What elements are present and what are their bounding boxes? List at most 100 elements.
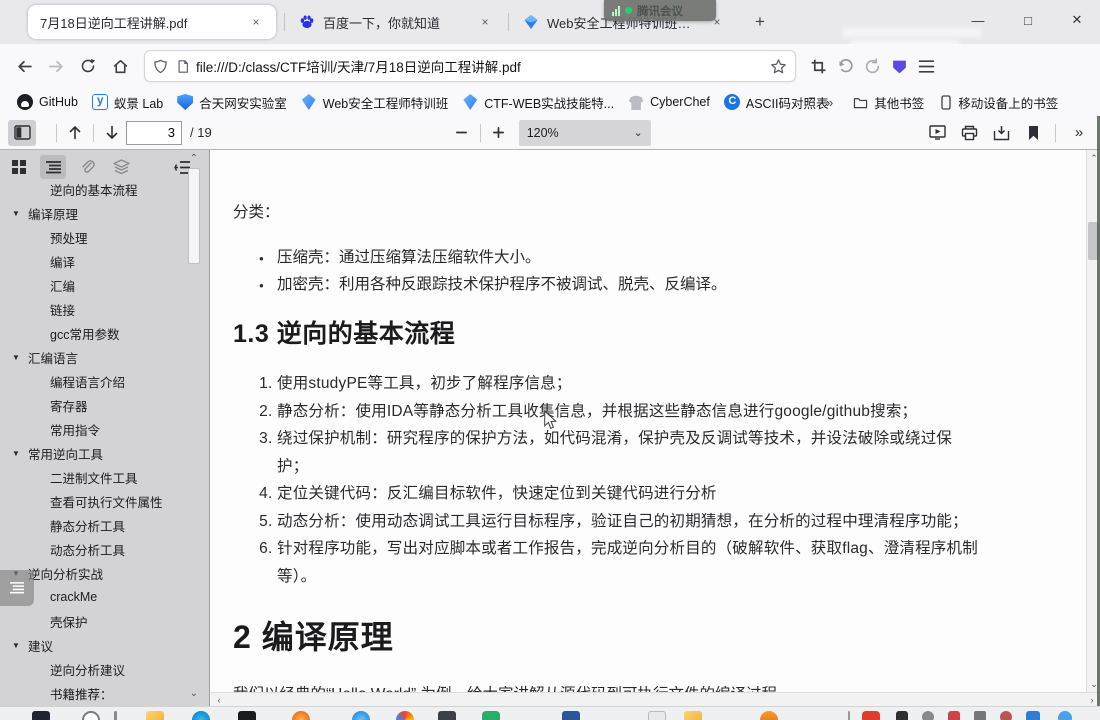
outline-item[interactable]: 查看可执行文件属性 [0,489,209,513]
snipaste-tray-icon[interactable] [862,711,880,720]
bookmark-item[interactable]: 合天网安实验室 [170,90,294,115]
tab-pdf[interactable]: 7月18日逆向工程讲解.pdf × [28,5,276,39]
back-button[interactable] [8,50,40,82]
layers-view-button[interactable] [108,155,134,179]
bookmarks-overflow-chevron[interactable]: » [826,95,833,110]
ida-icon[interactable] [438,711,456,720]
bookmark-item[interactable]: ASCII码对照表 [717,90,836,115]
current-bookmark-button[interactable] [1019,120,1047,146]
outline-item[interactable]: 编译 [0,249,209,273]
outline-item[interactable]: 壳保护 [0,609,209,633]
undo-extension-icon[interactable] [837,58,854,75]
home-button[interactable] [104,50,136,82]
scroll-left-arrow[interactable]: ‹ [211,693,227,707]
bookmark-item[interactable]: CTF-WEB实战技能特... [455,90,621,115]
other-bookmarks[interactable]: 其他书签 [853,93,924,112]
previous-page-button[interactable] [61,120,89,146]
outline-item[interactable]: ▼ 建议 [0,633,209,657]
adblock-extension-icon[interactable] [891,58,908,75]
bookmark-item[interactable]: CyberChef [621,91,717,113]
zoom-select[interactable]: 120% ⌄ [518,119,651,146]
url-text[interactable]: file:///D:/class/CTF培训/天津/7月18日逆向工程讲解.pd… [196,56,770,76]
next-page-button[interactable] [98,120,126,146]
more-tools-button[interactable]: » [1064,120,1092,146]
tray-icon[interactable] [896,711,908,720]
bookmark-star-icon[interactable] [770,58,787,75]
outline-item[interactable]: 静态分析工具 [0,513,209,537]
sidebar-scroll-up-arrow[interactable]: ⌃ [186,153,202,167]
zoom-in-button[interactable] [485,120,513,146]
refresh-extension-icon[interactable] [864,57,881,75]
reload-button[interactable] [72,50,104,82]
caret-icon[interactable]: ▼ [12,209,21,218]
tab-close-icon[interactable]: × [475,12,495,32]
outline-item[interactable]: 寄存器 [0,393,209,417]
tray-icon[interactable] [922,711,934,720]
edge-browser-icon[interactable] [192,711,210,720]
menu-hamburger-icon[interactable] [918,59,935,74]
tray-icon[interactable] [1026,711,1040,720]
tray-icon[interactable] [1058,711,1072,720]
bookmark-item[interactable]: 蚁景 Lab [85,90,170,115]
winhex-icon[interactable] [760,711,778,720]
windows-taskbar[interactable] [0,706,1100,720]
outline-item[interactable]: 链接 [0,297,209,321]
outline-item[interactable]: 动态分析工具 [0,537,209,561]
outline-item[interactable]: 逆向分析建议 [0,657,209,681]
firefox-icon[interactable] [292,711,310,720]
tray-icon[interactable] [974,711,986,720]
horizontal-scrollbar[interactable]: ‹ › [211,692,1100,706]
tray-icon[interactable] [948,711,960,720]
bookmark-item[interactable]: Web安全工程师特训班 [294,90,455,115]
app-window-icon[interactable] [648,711,666,720]
save-button[interactable] [987,120,1015,146]
presentation-mode-button[interactable] [923,120,951,146]
outline-item[interactable]: 常用指令 [0,417,209,441]
tab-close-icon[interactable]: × [246,12,266,32]
zoom-out-button[interactable] [448,120,476,146]
tencent-meeting-overlay[interactable]: 腾讯会议 [604,0,716,21]
url-bar[interactable]: file:///D:/class/CTF培训/天津/7月18日逆向工程讲解.pd… [144,50,796,82]
outline-item[interactable]: 编程语言介绍 [0,369,209,393]
sidebar-scrollbar-thumb[interactable] [188,168,200,264]
caret-icon[interactable]: ▼ [12,449,21,458]
outline-item[interactable]: 逆向的基本流程 [0,177,209,201]
close-button[interactable]: ✕ [1054,0,1100,40]
forward-button[interactable] [40,50,72,82]
chrome-icon[interactable] [396,711,414,720]
terminal-icon[interactable] [238,711,256,720]
caret-icon[interactable]: ▼ [12,353,21,362]
wechat-icon[interactable] [482,711,500,720]
minimize-button[interactable]: — [955,0,1001,40]
outline-view-button[interactable] [40,155,66,179]
outline-item[interactable]: 预处理 [0,225,209,249]
mobile-bookmarks[interactable]: 移动设备上的书签 [940,93,1058,112]
print-button[interactable] [955,120,983,146]
floating-annotation-tool[interactable] [0,570,34,606]
outline-item[interactable]: 二进制文件工具 [0,465,209,489]
tray-icon[interactable] [1000,711,1012,720]
page-number-input[interactable] [126,120,182,145]
outline-item[interactable]: ▼ 汇编语言 [0,345,209,369]
qq-icon[interactable] [352,711,370,720]
task-view-icon[interactable] [114,711,117,720]
new-tab-button[interactable]: + [746,8,774,36]
outline-item[interactable]: 书籍推荐： [0,681,209,705]
bookmark-item[interactable]: GitHub [10,91,85,113]
caret-icon[interactable]: ▼ [12,641,21,650]
maximize-button[interactable]: □ [1005,0,1051,40]
sidebar-scroll-down-arrow[interactable]: ⌄ [186,688,202,702]
tab-baidu[interactable]: 百度一下，你就知道 × [287,5,505,39]
toggle-sidebar-button[interactable] [8,119,36,146]
thumbnails-view-button[interactable] [6,155,32,179]
outline-item[interactable]: gcc常用参数 [0,321,209,345]
attachments-view-button[interactable] [74,155,100,179]
outline-item[interactable]: 汇编 [0,273,209,297]
outline-item[interactable]: ▼ 常用逆向工具 [0,441,209,465]
screenshot-tool-icon[interactable] [810,58,827,75]
search-icon[interactable] [82,711,100,720]
start-button-icon[interactable] [32,711,50,720]
folder-icon[interactable] [684,711,702,720]
word-icon[interactable] [562,711,580,720]
outline-item[interactable]: ▼ 编译原理 [0,201,209,225]
